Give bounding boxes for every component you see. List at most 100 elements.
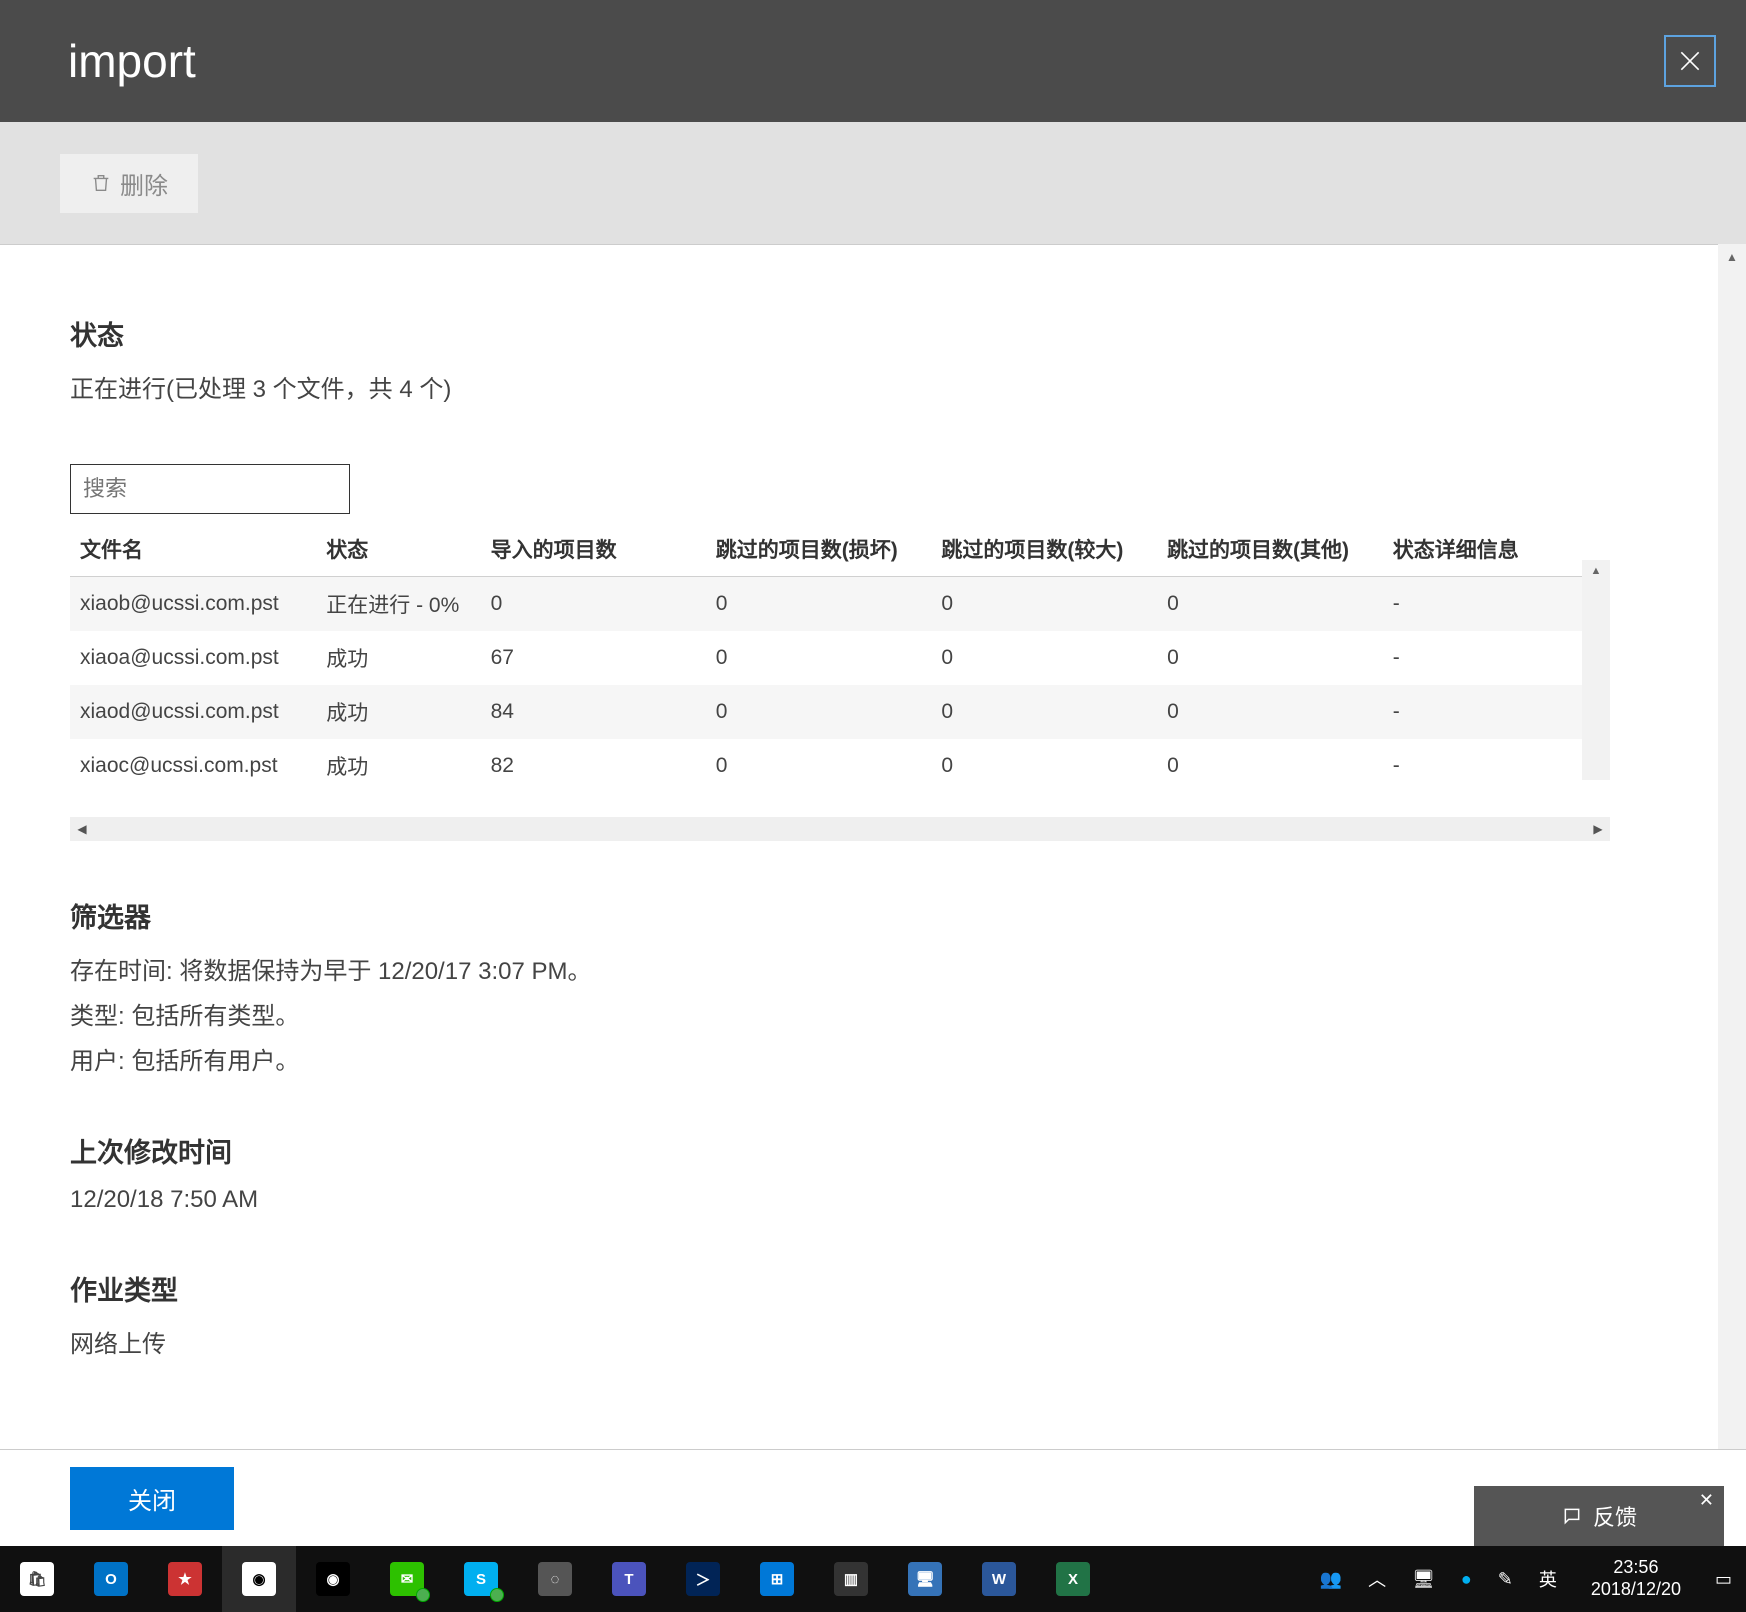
- trash-icon: [90, 171, 112, 195]
- col-header-imported[interactable]: 导入的项目数: [481, 522, 706, 577]
- feedback-close-icon[interactable]: ✕: [1699, 1490, 1714, 1511]
- header: import: [0, 0, 1746, 122]
- table-row[interactable]: xiaob@ucssi.com.pst 正在进行 - 0% 0 0 0 0 -: [70, 577, 1590, 632]
- taskbar-app-word[interactable]: W: [962, 1546, 1036, 1612]
- close-icon: [1677, 48, 1703, 74]
- jobtype-value: 网络上传: [70, 1324, 1648, 1359]
- system-tray: 👥 ︿ 🖥 ● ✎ 英 23:56 2018/12/20 ▭: [1320, 1557, 1746, 1600]
- taskbar-app-remote[interactable]: 🖥: [888, 1546, 962, 1612]
- cell-status: 成功: [316, 739, 480, 793]
- tray-ime[interactable]: 英: [1539, 1566, 1557, 1592]
- tray-notifications-icon[interactable]: ▭: [1715, 1569, 1732, 1590]
- cell-imported: 67: [481, 631, 706, 685]
- search-box[interactable]: [70, 464, 350, 514]
- page-scrollbar[interactable]: ▲: [1718, 244, 1746, 1502]
- cell-skipped-damaged: 0: [706, 577, 932, 632]
- table-row[interactable]: xiaoc@ucssi.com.pst 成功 82 0 0 0 -: [70, 739, 1590, 793]
- taskbar-app-outlook[interactable]: O: [74, 1546, 148, 1612]
- jobtype-heading: 作业类型: [70, 1269, 1648, 1308]
- filters-line-type: 类型: 包括所有类型。: [70, 996, 1648, 1031]
- delete-label: 删除: [120, 166, 168, 201]
- cell-file: xiaoa@ucssi.com.pst: [70, 631, 316, 685]
- cell-imported: 84: [481, 685, 706, 739]
- cell-details: -: [1383, 739, 1590, 793]
- cell-details: -: [1383, 631, 1590, 685]
- taskbar-app-store[interactable]: 🛍: [0, 1546, 74, 1612]
- taskbar-app-wechat[interactable]: ✉: [370, 1546, 444, 1612]
- content-area: 状态 正在进行(已处理 3 个文件，共 4 个) 文件名 状态 导入的项目数 跳…: [0, 244, 1718, 1502]
- cell-skipped-other: 0: [1157, 577, 1383, 632]
- taskbar-app-chrome-active[interactable]: ◉: [222, 1546, 296, 1612]
- col-header-file[interactable]: 文件名: [70, 522, 316, 577]
- tray-clock[interactable]: 23:56 2018/12/20: [1583, 1557, 1689, 1600]
- files-table: 文件名 状态 导入的项目数 跳过的项目数(损坏) 跳过的项目数(较大) 跳过的项…: [70, 522, 1590, 793]
- clock-time: 23:56: [1591, 1557, 1681, 1579]
- cell-skipped-large: 0: [931, 739, 1157, 793]
- table-row[interactable]: xiaoa@ucssi.com.pst 成功 67 0 0 0 -: [70, 631, 1590, 685]
- cell-skipped-large: 0: [931, 577, 1157, 632]
- table-horizontal-scrollbar[interactable]: ◀ ▶: [70, 817, 1610, 841]
- tray-pen-icon[interactable]: ✎: [1498, 1569, 1513, 1590]
- cell-status: 正在进行 - 0%: [316, 577, 480, 632]
- feedback-popup[interactable]: ✕ 反馈: [1474, 1486, 1724, 1546]
- cell-skipped-other: 0: [1157, 739, 1383, 793]
- taskbar-app-powershell[interactable]: ＞: [666, 1546, 740, 1612]
- taskbar-app-windows-admin[interactable]: ⊞: [740, 1546, 814, 1612]
- close-button[interactable]: [1664, 35, 1716, 87]
- modified-value: 12/20/18 7:50 AM: [70, 1186, 1648, 1214]
- table-row[interactable]: xiaod@ucssi.com.pst 成功 84 0 0 0 -: [70, 685, 1590, 739]
- cell-imported: 82: [481, 739, 706, 793]
- table-header-row: 文件名 状态 导入的项目数 跳过的项目数(损坏) 跳过的项目数(较大) 跳过的项…: [70, 522, 1590, 577]
- jobtype-section: 作业类型 网络上传: [70, 1269, 1648, 1359]
- taskbar-app-generic-2[interactable]: ◌: [518, 1546, 592, 1612]
- cell-skipped-other: 0: [1157, 631, 1383, 685]
- toolbar: 删除: [0, 122, 1746, 245]
- col-header-skipped-other[interactable]: 跳过的项目数(其他): [1157, 522, 1383, 577]
- cell-skipped-large: 0: [931, 631, 1157, 685]
- taskbar-app-chrome[interactable]: ◉: [296, 1546, 370, 1612]
- modified-heading: 上次修改时间: [70, 1131, 1648, 1170]
- cell-status: 成功: [316, 685, 480, 739]
- feedback-label: 反馈: [1593, 1500, 1637, 1532]
- tray-skype-icon[interactable]: ●: [1461, 1569, 1472, 1590]
- tray-people-icon[interactable]: 👥: [1320, 1569, 1342, 1590]
- filters-line-users: 用户: 包括所有用户。: [70, 1041, 1648, 1076]
- taskbar-app-generic-1[interactable]: ★: [148, 1546, 222, 1612]
- taskbar-app-server[interactable]: ▥: [814, 1546, 888, 1612]
- col-header-details[interactable]: 状态详细信息: [1383, 522, 1590, 577]
- status-heading: 状态: [70, 314, 1648, 353]
- col-header-skipped-large[interactable]: 跳过的项目数(较大): [931, 522, 1157, 577]
- scroll-left-icon: ◀: [70, 817, 94, 841]
- cell-skipped-other: 0: [1157, 685, 1383, 739]
- scroll-right-icon: ▶: [1586, 817, 1610, 841]
- filters-section: 筛选器 存在时间: 将数据保持为早于 12/20/17 3:07 PM。 类型:…: [70, 896, 1648, 1076]
- scroll-up-icon: ▲: [1582, 560, 1610, 582]
- tray-monitor-icon[interactable]: 🖥: [1412, 1569, 1435, 1590]
- delete-button[interactable]: 删除: [60, 154, 198, 213]
- status-section: 状态 正在进行(已处理 3 个文件，共 4 个): [70, 314, 1648, 404]
- clock-date: 2018/12/20: [1591, 1579, 1681, 1601]
- cell-skipped-damaged: 0: [706, 685, 932, 739]
- cell-skipped-large: 0: [931, 685, 1157, 739]
- chat-icon: [1561, 1506, 1583, 1526]
- search-input[interactable]: [81, 475, 373, 503]
- tray-expand-icon[interactable]: ︿: [1368, 1566, 1386, 1592]
- scroll-up-icon: ▲: [1718, 244, 1746, 270]
- taskbar-app-teams[interactable]: T: [592, 1546, 666, 1612]
- cell-details: -: [1383, 577, 1590, 632]
- page-title: import: [68, 34, 196, 88]
- col-header-status[interactable]: 状态: [316, 522, 480, 577]
- filters-line-age: 存在时间: 将数据保持为早于 12/20/17 3:07 PM。: [70, 951, 1648, 986]
- cell-imported: 0: [481, 577, 706, 632]
- col-header-skipped-damaged[interactable]: 跳过的项目数(损坏): [706, 522, 932, 577]
- close-footer-button[interactable]: 关闭: [70, 1467, 234, 1530]
- table-region: 文件名 状态 导入的项目数 跳过的项目数(损坏) 跳过的项目数(较大) 跳过的项…: [70, 522, 1610, 841]
- windows-taskbar: 🛍 O ★ ◉ ◉ ✉ S ◌ T ＞ ⊞ ▥ 🖥 W X 👥 ︿ 🖥 ● ✎ …: [0, 1546, 1746, 1612]
- taskbar-app-skype[interactable]: S: [444, 1546, 518, 1612]
- filters-heading: 筛选器: [70, 896, 1648, 935]
- cell-file: xiaoc@ucssi.com.pst: [70, 739, 316, 793]
- taskbar-app-excel[interactable]: X: [1036, 1546, 1110, 1612]
- table-vertical-scrollbar[interactable]: ▲: [1582, 560, 1610, 780]
- cell-skipped-damaged: 0: [706, 631, 932, 685]
- status-text: 正在进行(已处理 3 个文件，共 4 个): [70, 369, 1648, 404]
